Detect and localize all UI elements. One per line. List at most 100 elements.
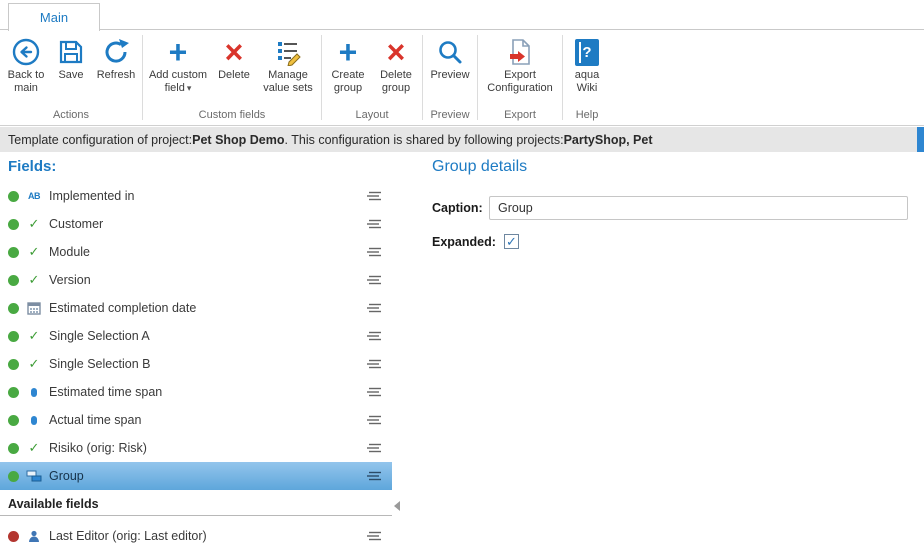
save-label: Save: [58, 69, 83, 82]
accent-bar: [917, 127, 924, 152]
checkmark-icon: ✓: [26, 244, 42, 260]
timespan-icon: [26, 416, 42, 425]
checkmark-icon: ✓: [26, 328, 42, 344]
ribbon-group-label-layout: Layout: [324, 107, 420, 125]
field-row[interactable]: Estimated time span: [0, 378, 392, 406]
status-dot-icon: [8, 359, 19, 370]
save-button[interactable]: Save: [50, 30, 92, 97]
save-icon: [57, 35, 85, 69]
field-label: Actual time span: [49, 413, 141, 427]
field-row[interactable]: ✓ Version: [0, 266, 392, 294]
refresh-icon: [102, 35, 130, 69]
ribbon-group-export: Export Configuration Export: [478, 30, 562, 125]
field-label: Version: [49, 273, 91, 287]
drag-handle-icon[interactable]: [366, 530, 382, 542]
delete-x-icon: ×: [225, 35, 244, 69]
preview-button[interactable]: Preview: [425, 30, 475, 84]
field-row[interactable]: AB Implemented in: [0, 182, 392, 210]
field-row[interactable]: Actual time span: [0, 406, 392, 434]
ribbon-group-label-actions: Actions: [2, 107, 140, 125]
info-bar: Template configuration of project: Pet S…: [0, 127, 924, 152]
drag-handle-icon[interactable]: [366, 274, 382, 286]
export-configuration-button[interactable]: Export Configuration: [480, 30, 560, 97]
status-dot-icon: [8, 415, 19, 426]
back-icon: [11, 35, 41, 69]
manage-value-sets-label: Manage value sets: [260, 69, 316, 95]
field-row[interactable]: ✓ Risiko (orig: Risk): [0, 434, 392, 462]
delete-x-icon: ×: [387, 35, 406, 69]
ribbon-group-label-custom-fields: Custom fields: [145, 107, 319, 125]
ribbon-group-preview: Preview Preview: [423, 30, 477, 125]
delete-field-label: Delete: [218, 69, 250, 82]
available-fields-header: Available fields: [0, 492, 392, 516]
details-panel-title: Group details: [432, 158, 527, 176]
drag-handle-icon[interactable]: [366, 330, 382, 342]
tab-main-label: Main: [40, 10, 68, 25]
field-label: Implemented in: [49, 189, 134, 203]
tab-strip: Main: [0, 0, 924, 30]
checkmark-icon: ✓: [26, 216, 42, 232]
info-shared-projects: PartyShop, Pet: [564, 133, 653, 147]
delete-group-label: Delete group: [375, 69, 417, 95]
status-dot-icon: [8, 471, 19, 482]
tab-main[interactable]: Main: [8, 3, 100, 31]
add-custom-field-label: Add custom field: [149, 69, 207, 94]
expanded-row: Expanded: ✓: [432, 234, 519, 249]
refresh-button[interactable]: Refresh: [92, 30, 140, 97]
field-row[interactable]: Last Editor (orig: Last editor): [0, 522, 392, 550]
drag-handle-icon[interactable]: [366, 246, 382, 258]
field-label: Single Selection A: [49, 329, 150, 343]
back-to-main-label: Back to main: [5, 69, 47, 95]
dropdown-arrow-icon: ▾: [187, 83, 192, 93]
drag-handle-icon[interactable]: [366, 414, 382, 426]
caption-input[interactable]: [489, 196, 908, 220]
status-dot-icon: [8, 387, 19, 398]
field-row[interactable]: Estimated completion date: [0, 294, 392, 322]
aqua-wiki-button[interactable]: ? aqua Wiki: [565, 30, 609, 97]
field-row[interactable]: ✓ Single Selection A: [0, 322, 392, 350]
export-configuration-label: Export Configuration: [483, 69, 557, 95]
drag-handle-icon[interactable]: [366, 218, 382, 230]
ribbon-group-help: ? aqua Wiki Help: [563, 30, 611, 125]
field-row-selected[interactable]: Group: [0, 462, 392, 490]
drag-handle-icon[interactable]: [366, 470, 382, 482]
back-to-main-button[interactable]: Back to main: [2, 30, 50, 97]
add-custom-field-button[interactable]: + Add custom field▾: [145, 30, 211, 97]
ribbon-group-custom-fields: + Add custom field▾ × Delete Manage valu…: [143, 30, 321, 125]
caption-row: Caption:: [432, 196, 908, 220]
field-label: Risiko (orig: Risk): [49, 441, 147, 455]
drag-handle-icon[interactable]: [366, 358, 382, 370]
field-label: Module: [49, 245, 90, 259]
expanded-checkbox[interactable]: ✓: [504, 234, 519, 249]
create-group-button[interactable]: + Create group: [324, 30, 372, 97]
drag-handle-icon[interactable]: [366, 442, 382, 454]
checkmark-icon: ✓: [26, 272, 42, 288]
field-label: Last Editor (orig: Last editor): [49, 529, 207, 543]
ribbon-group-layout: + Create group × Delete group Layout: [322, 30, 422, 125]
add-plus-icon: +: [169, 35, 188, 69]
checkmark-icon: ✓: [26, 440, 42, 456]
group-icon: [26, 470, 42, 482]
create-group-label: Create group: [327, 69, 369, 95]
field-list: AB Implemented in ✓ Customer ✓ Module ✓ …: [0, 182, 392, 490]
field-row[interactable]: ✓ Customer: [0, 210, 392, 238]
info-project-name: Pet Shop Demo: [192, 133, 284, 147]
refresh-label: Refresh: [97, 69, 136, 82]
field-row[interactable]: ✓ Module: [0, 238, 392, 266]
checkmark-icon: ✓: [506, 235, 517, 248]
delete-field-button[interactable]: × Delete: [211, 30, 257, 97]
status-dot-icon: [8, 443, 19, 454]
status-dot-icon: [8, 275, 19, 286]
drag-handle-icon[interactable]: [366, 386, 382, 398]
status-dot-icon: [8, 331, 19, 342]
collapse-panel-arrow[interactable]: [394, 501, 400, 511]
manage-value-sets-button[interactable]: Manage value sets: [257, 30, 319, 97]
value-sets-icon: [274, 35, 302, 69]
question-book-icon: ?: [575, 35, 599, 69]
field-row[interactable]: ✓ Single Selection B: [0, 350, 392, 378]
ribbon-toolbar: Back to main Save Refresh Actions + Add …: [0, 30, 924, 126]
caption-label: Caption:: [432, 201, 489, 215]
drag-handle-icon[interactable]: [366, 190, 382, 202]
delete-group-button[interactable]: × Delete group: [372, 30, 420, 97]
drag-handle-icon[interactable]: [366, 302, 382, 314]
